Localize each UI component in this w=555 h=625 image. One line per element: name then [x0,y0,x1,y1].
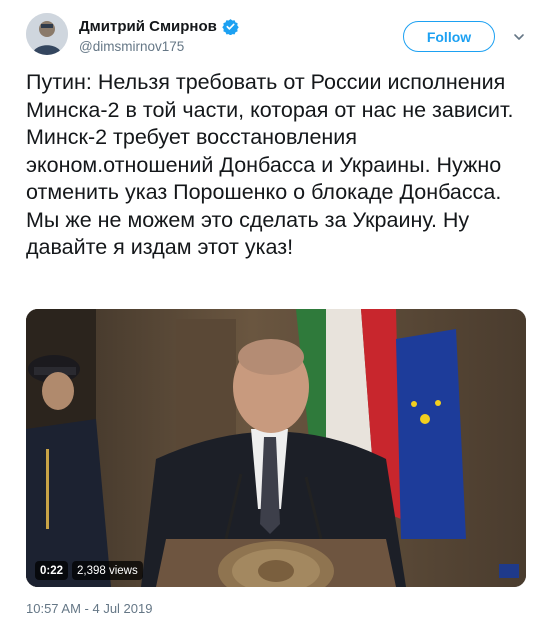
user-handle[interactable]: @dimsmirnov175 [79,39,239,54]
video-duration: 0:22 [35,561,69,580]
channel-logo-icon [499,564,519,578]
follow-button[interactable]: Follow [403,21,495,52]
video-player[interactable]: 0:22 2,398 views [26,309,526,587]
verified-badge-icon [222,18,239,35]
display-name[interactable]: Дмитрий Смирнов [79,18,217,35]
avatar[interactable] [26,13,68,55]
user-names: Дмитрий Смирнов @dimsmirnov175 [79,15,239,54]
profile-avatar-icon [26,13,68,55]
chevron-down-icon[interactable] [513,30,525,42]
tweet-card: Дмитрий Смирнов @dimsmirnov175 Follow Пу… [0,0,555,625]
video-thumbnail [26,309,526,587]
tweet-timestamp[interactable]: 10:57 AM - 4 Jul 2019 [26,601,152,616]
video-views: 2,398 views [72,561,143,580]
tweet-text: Путин: Нельзя требовать от России исполн… [26,70,520,259]
